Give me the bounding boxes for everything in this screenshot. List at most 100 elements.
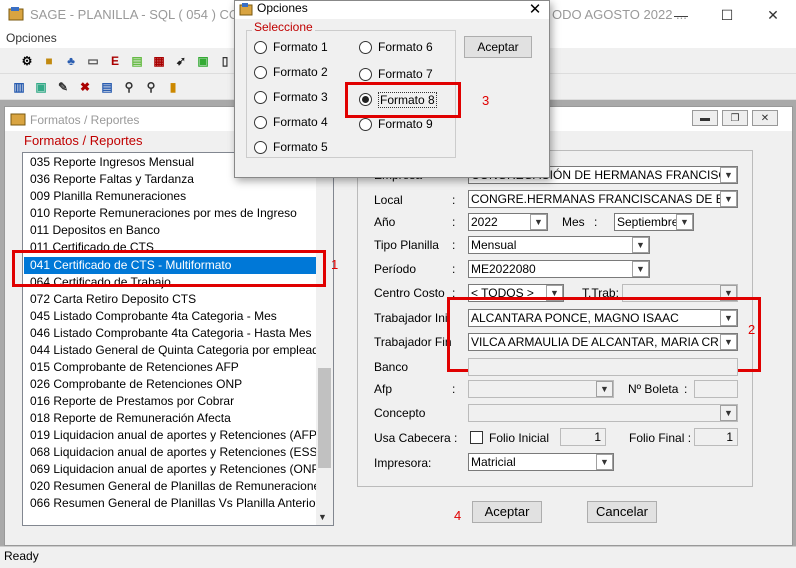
status-bar (0, 546, 796, 568)
folio-final-label: Folio Final : (629, 431, 692, 445)
reports-list[interactable]: 035 Reporte Ingresos Mensual 036 Reporte… (22, 152, 334, 526)
dialog-aceptar-button[interactable]: Aceptar (464, 36, 532, 58)
list-item[interactable]: 009 Planilla Remuneraciones (24, 188, 318, 205)
radio-label[interactable]: Formato 3 (273, 90, 328, 104)
radio-label[interactable]: Formato 4 (273, 115, 328, 129)
list-item[interactable]: 026 Comprobante de Retenciones ONP (24, 376, 318, 393)
maximize-button[interactable]: ☐ (704, 0, 750, 30)
radio-formato-6[interactable] (359, 41, 372, 54)
scroll-down-icon[interactable]: ▼ (318, 512, 327, 522)
radio-formato-1[interactable] (254, 41, 267, 54)
card-icon[interactable]: ▭ (84, 52, 102, 70)
trabajador-ini-label: Trabajador Ini (374, 311, 448, 325)
list-item[interactable]: 015 Comprobante de Retenciones AFP (24, 359, 318, 376)
child-restore-button[interactable]: ❐ (722, 110, 748, 126)
formato-group-caption: Seleccione (252, 20, 315, 34)
list-item[interactable]: 010 Reporte Remuneraciones por mes de In… (24, 205, 318, 222)
list-item[interactable]: 011 Depositos en Banco (24, 222, 318, 239)
radio-formato-5[interactable] (254, 141, 267, 154)
close-button[interactable]: ✕ (750, 0, 796, 30)
radio-label[interactable]: Formato 1 (273, 40, 328, 54)
chevron-down-icon[interactable]: ▼ (596, 454, 613, 470)
list-item[interactable]: 072 Carta Retiro Deposito CTS (24, 291, 318, 308)
list-item[interactable]: 019 Liquidacion anual de aportes y Reten… (24, 427, 318, 444)
list-item[interactable]: 018 Reporte de Remuneración Afecta (24, 410, 318, 427)
periodo-label: Período (374, 262, 417, 276)
radio-label[interactable]: Formato 7 (378, 67, 433, 81)
chevron-down-icon[interactable]: ▼ (632, 237, 649, 253)
impresora-select[interactable]: Matricial (468, 453, 614, 471)
local-select[interactable]: CONGRE.HERMANAS FRANCISCANAS DE BAI (468, 190, 738, 208)
radio-label[interactable]: Formato 6 (378, 40, 433, 54)
trabajador-fin-label: Trabajador Fin (374, 335, 452, 349)
list-scroll-thumb[interactable] (318, 368, 331, 468)
cancelar-button[interactable]: Cancelar (587, 501, 657, 523)
child-close-button[interactable]: ✕ (752, 110, 778, 126)
radio-formato-2[interactable] (254, 66, 267, 79)
concepto-select[interactable] (468, 404, 738, 422)
users-icon[interactable]: ♣ (62, 52, 80, 70)
list-item[interactable]: 016 Reporte de Prestamos por Cobrar (24, 393, 318, 410)
chevron-down-icon[interactable]: ▼ (632, 261, 649, 277)
chevron-down-icon[interactable]: ▼ (720, 405, 737, 421)
radio-label[interactable]: Formato 9 (378, 117, 433, 131)
folio-final-input[interactable]: 1 (694, 428, 738, 446)
chevron-down-icon[interactable]: ▼ (720, 167, 737, 183)
list-item[interactable]: 069 Liquidacion anual de aportes y Reten… (24, 461, 318, 478)
doc-icon[interactable]: ▯ (216, 52, 234, 70)
money-icon[interactable]: ▤ (128, 52, 146, 70)
box-icon[interactable]: ■ (40, 52, 58, 70)
menu-opciones[interactable]: Opciones (6, 31, 57, 45)
e-icon[interactable]: E (106, 52, 124, 70)
afp-label: Afp (374, 382, 393, 396)
chevron-down-icon[interactable]: ▼ (530, 214, 547, 230)
radio-formato-9[interactable] (359, 118, 372, 131)
report-icon[interactable]: ▣ (32, 78, 50, 96)
folio-inicial-input[interactable]: 1 (560, 428, 606, 446)
radio-formato-3[interactable] (254, 91, 267, 104)
search-icon[interactable]: ⚲ (120, 78, 138, 96)
annotation-box-3 (345, 82, 461, 118)
list-scrollbar[interactable] (316, 153, 333, 525)
banco-select[interactable] (468, 358, 738, 376)
calc-icon[interactable]: ▣ (194, 52, 212, 70)
radio-label[interactable]: Formato 2 (273, 65, 328, 79)
minimize-button[interactable]: — (658, 0, 704, 30)
gear-tool-icon[interactable]: ⚙ (18, 52, 36, 70)
chevron-down-icon[interactable]: ▼ (676, 214, 693, 230)
afp-select[interactable] (468, 380, 614, 398)
nboleta-input[interactable] (694, 380, 738, 398)
tools-icon[interactable]: ✎ (54, 78, 72, 96)
radio-label[interactable]: Formato 5 (273, 140, 328, 154)
zoom-icon[interactable]: ⚲ (142, 78, 160, 96)
usa-cabecera-checkbox[interactable] (470, 431, 483, 444)
anio-label: Año (374, 215, 396, 229)
child-minimize-button[interactable]: ▬ (692, 110, 718, 126)
aceptar-button[interactable]: Aceptar (472, 501, 542, 523)
chart-icon[interactable]: ▤ (98, 78, 116, 96)
radio-formato-7[interactable] (359, 68, 372, 81)
impresora-label: Impresora: (374, 456, 432, 470)
run-icon[interactable]: ➹ (172, 52, 190, 70)
chevron-down-icon[interactable]: ▼ (596, 381, 613, 397)
status-text: Ready (4, 549, 39, 563)
radio-formato-4[interactable] (254, 116, 267, 129)
list-item[interactable]: 066 Resumen General de Planillas Vs Plan… (24, 495, 318, 512)
print-icon[interactable]: ▥ (10, 78, 28, 96)
chevron-down-icon[interactable]: ▼ (720, 191, 737, 207)
door-icon[interactable]: ▮ (164, 78, 182, 96)
usa-cabecera-label: Usa Cabecera : (374, 431, 458, 445)
concepto-label: Concepto (374, 406, 426, 420)
periodo-select[interactable]: ME2022080 (468, 260, 650, 278)
list-item[interactable]: 046 Listado Comprobante 4ta Categoria - … (24, 325, 318, 342)
dialog-title: Opciones (257, 1, 308, 15)
list-item[interactable]: 045 Listado Comprobante 4ta Categoria - … (24, 308, 318, 325)
list-item[interactable]: 068 Liquidacion anual de aportes y Reten… (24, 444, 318, 461)
list-item[interactable]: 044 Listado General de Quinta Categoria … (24, 342, 318, 359)
tipo-planilla-select[interactable]: Mensual (468, 236, 650, 254)
dialog-close-button[interactable]: ✕ (522, 0, 548, 18)
list-item[interactable]: 020 Resumen General de Planillas de Remu… (24, 478, 318, 495)
spreadsheet-icon[interactable]: ▦ (150, 52, 168, 70)
x-icon[interactable]: ✖ (76, 78, 94, 96)
formatos-window-icon (10, 112, 26, 129)
